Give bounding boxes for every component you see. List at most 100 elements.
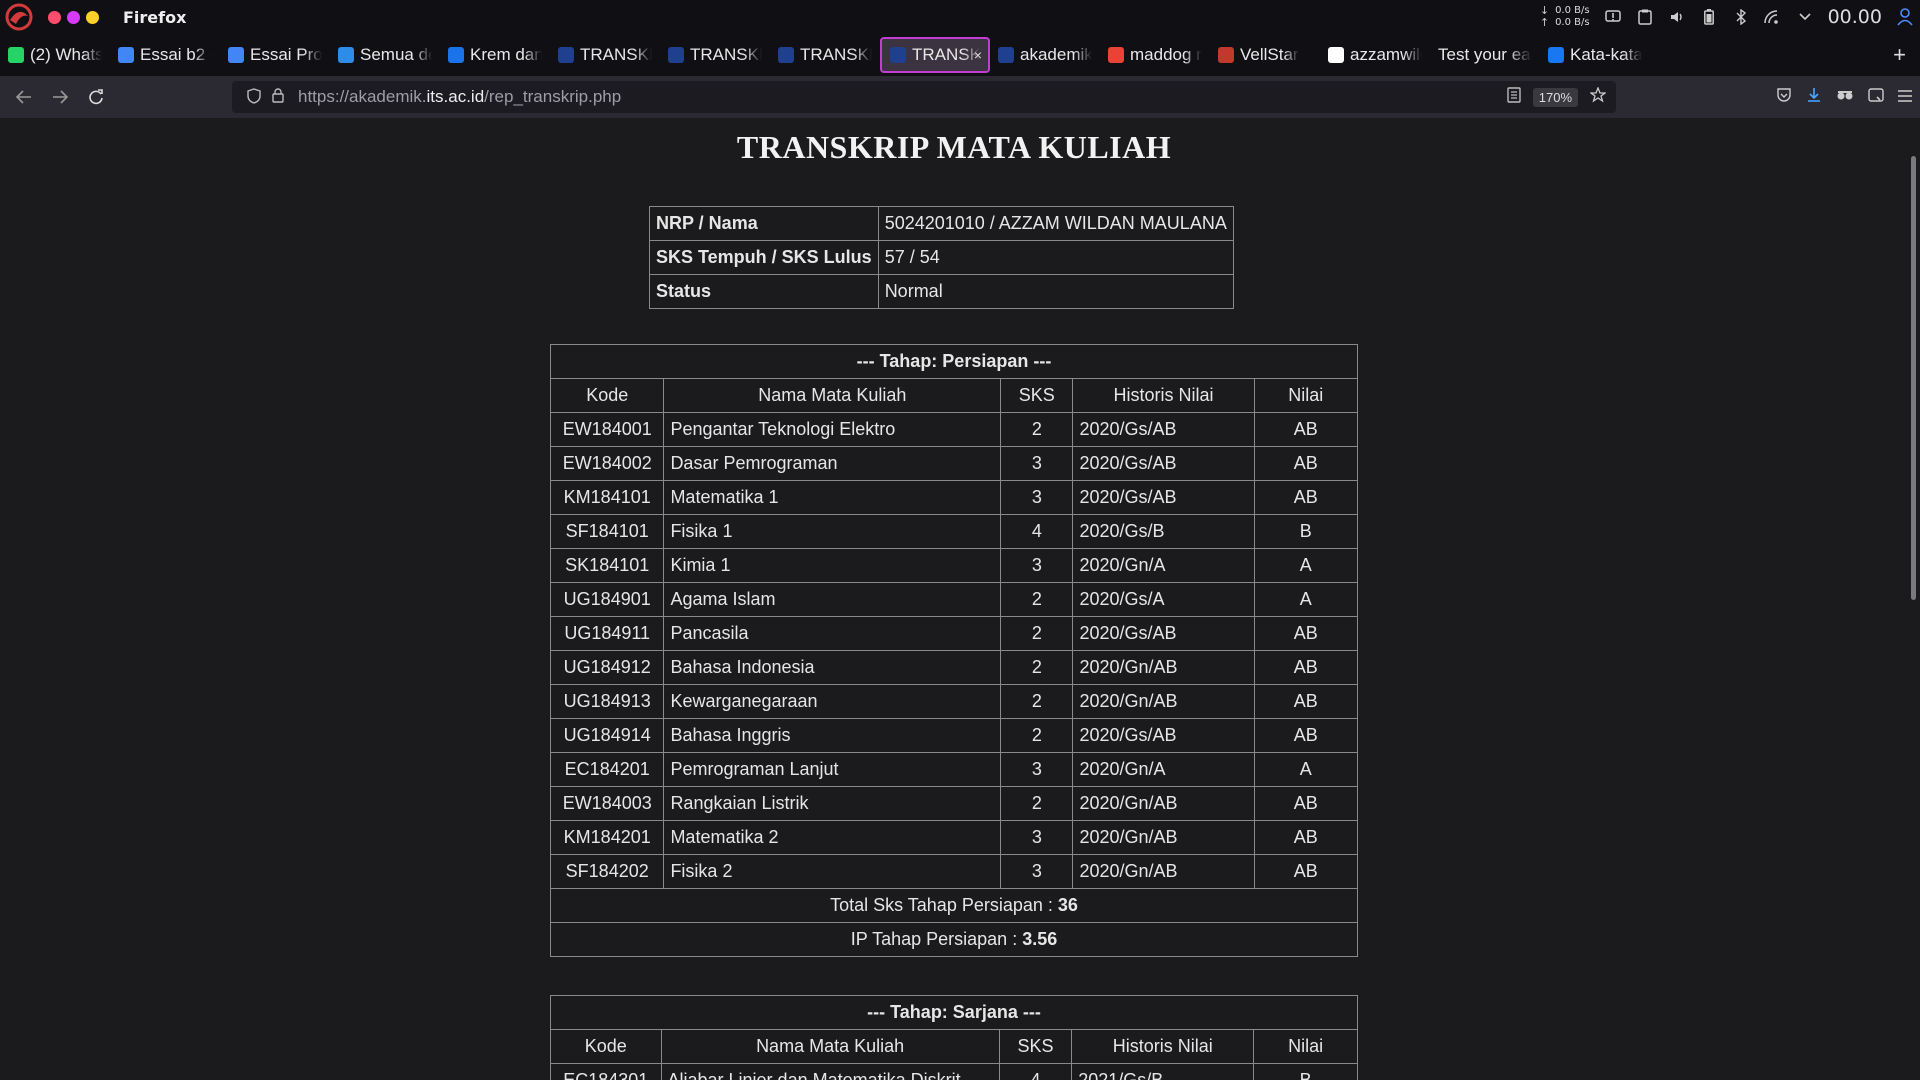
shield-icon[interactable] (242, 87, 266, 107)
user-icon[interactable] (1896, 8, 1914, 26)
distro-logo-icon[interactable] (4, 2, 34, 32)
course-sks: 4 (998, 1063, 1073, 1080)
reload-button[interactable] (78, 79, 114, 115)
bookmark-star-icon[interactable] (1589, 85, 1607, 108)
downloads-icon[interactable] (1806, 87, 1822, 108)
course-code: KM184101 (549, 480, 665, 515)
course-history: 2020/Gn/AB (1072, 854, 1255, 889)
tab-3[interactable]: Semua dev (330, 38, 440, 72)
volume-icon[interactable] (1668, 8, 1686, 26)
table-row: UG184901 Agama Islam 2 2020/Gs/A A (549, 582, 1359, 617)
table-row: SF184202 Fisika 2 3 2020/Gn/AB AB (549, 854, 1359, 889)
lock-icon[interactable] (266, 88, 290, 106)
course-sks: 2 (1000, 650, 1074, 685)
course-name: Matematika 1 (663, 480, 1002, 515)
its-icon (778, 47, 794, 63)
course-grade: A (1253, 752, 1359, 787)
site-icon (448, 47, 464, 63)
course-grade: AB (1253, 718, 1359, 753)
course-sks: 2 (1000, 582, 1074, 617)
column-header: Historis Nilai (1072, 378, 1255, 413)
course-history: 2021/Gs/B (1071, 1063, 1255, 1080)
table-row: KM184201 Matematika 2 3 2020/Gn/AB AB (549, 820, 1359, 855)
course-sks: 3 (1000, 752, 1074, 787)
course-history: 2020/Gn/A (1072, 752, 1255, 787)
tab-6[interactable]: TRANSKRIP (660, 38, 770, 72)
table-row: UG184913 Kewarganegaraan 2 2020/Gn/AB AB (549, 684, 1359, 719)
chevron-down-icon[interactable] (1796, 8, 1814, 26)
column-header: Kode (550, 1029, 662, 1064)
bluetooth-icon[interactable] (1732, 8, 1750, 26)
back-button[interactable] (6, 79, 42, 115)
battery-icon[interactable] (1700, 8, 1718, 26)
course-name: Fisika 1 (663, 514, 1002, 549)
tab-title: TRANSKRIP (580, 45, 652, 64)
tab-2[interactable]: Essai Proyek (220, 38, 330, 72)
tab-14[interactable]: Kata-kata (1540, 38, 1650, 72)
total-sks-label: Total Sks Tahap Persiapan : (830, 895, 1058, 915)
tab-0[interactable]: (2) WhatsApp (0, 38, 110, 72)
private-mask-icon[interactable] (1836, 87, 1854, 108)
course-code: KM184201 (549, 820, 665, 855)
tab-11[interactable]: VellStar (1210, 38, 1320, 72)
reader-view-icon[interactable] (1507, 86, 1521, 108)
active-app-name: Firefox (123, 7, 187, 27)
tab-12[interactable]: azzamwild (1320, 38, 1430, 72)
tab-4[interactable]: Krem dan A (440, 38, 550, 72)
address-bar[interactable]: https://akademik.its.ac.id/rep_transkrip… (232, 81, 1616, 113)
tab-13[interactable]: Test your ear (1430, 38, 1540, 72)
forward-button[interactable] (42, 79, 78, 115)
course-name: Kewarganegaraan (663, 684, 1002, 719)
update-alert-icon[interactable] (1604, 8, 1622, 26)
clipboard-icon[interactable] (1636, 8, 1654, 26)
url-text[interactable]: https://akademik.its.ac.id/rep_transkrip… (298, 87, 621, 107)
tab-9[interactable]: akademik.it (990, 38, 1100, 72)
course-grade: AB (1253, 684, 1359, 719)
menu-hamburger-icon[interactable] (1898, 87, 1912, 108)
info-label: NRP / Nama (649, 206, 879, 241)
course-sks: 3 (1000, 854, 1074, 889)
course-code: UG184913 (549, 684, 665, 719)
extensions-icon[interactable] (1868, 87, 1884, 108)
course-sks: 3 (1000, 548, 1074, 583)
tab-10[interactable]: maddog m (1100, 38, 1210, 72)
close-tab-icon[interactable]: × (974, 47, 982, 63)
new-tab-button[interactable]: + (1893, 42, 1906, 68)
scrollbar-thumb[interactable] (1911, 156, 1916, 600)
course-code: EW184001 (549, 412, 665, 447)
window-controls (48, 10, 99, 24)
persiapan-table: --- Tahap: Persiapan --- Kode Nama Mata K… (549, 344, 1359, 957)
student-info-table: NRP / Nama 5024201010 / AZZAM WILDAN MAUL… (649, 206, 1234, 309)
table-row: UG184914 Bahasa Inggris 2 2020/Gs/AB AB (549, 718, 1359, 753)
tab-7[interactable]: TRANSKRIP (770, 38, 880, 72)
course-name: Dasar Pemrograman (663, 446, 1002, 481)
course-grade: AB (1253, 820, 1359, 855)
course-history: 2020/Gs/AB (1072, 718, 1255, 753)
ip-cell: IP Tahap Persiapan : 3.56 (550, 922, 1358, 957)
course-history: 2020/Gs/AB (1072, 616, 1255, 651)
course-grade: AB (1253, 616, 1359, 651)
minimize-window-button[interactable] (67, 10, 80, 24)
course-name: Bahasa Inggris (663, 718, 1002, 753)
table-row: EC184201 Pemrograman Lanjut 3 2020/Gn/A A (549, 752, 1359, 787)
close-window-button[interactable] (48, 10, 61, 24)
its-icon (558, 47, 574, 63)
course-grade: AB (1253, 854, 1359, 889)
column-header: SKS (998, 1029, 1073, 1064)
maximize-window-button[interactable] (86, 10, 99, 24)
toolbar-actions (1776, 87, 1912, 108)
tab-8[interactable]: TRANSKRIP× (880, 37, 990, 73)
tab-1[interactable]: Essai b2 - G (110, 38, 220, 72)
course-grade: AB (1253, 786, 1359, 821)
pocket-icon[interactable] (1776, 87, 1792, 108)
course-sks: 3 (1000, 446, 1074, 481)
table-row: SK184101 Kimia 1 3 2020/Gn/A A (549, 548, 1359, 583)
clock[interactable]: 00.00 (1828, 6, 1882, 28)
page-scrollbar[interactable] (1908, 118, 1920, 1080)
table-row: SF184101 Fisika 1 4 2020/Gs/B B (549, 514, 1359, 549)
wifi-icon[interactable] (1763, 8, 1782, 26)
tab-5[interactable]: TRANSKRIP (550, 38, 660, 72)
course-name: Pemrograman Lanjut (663, 752, 1002, 787)
zoom-level[interactable]: 170% (1532, 87, 1578, 107)
github-icon (1328, 47, 1344, 63)
